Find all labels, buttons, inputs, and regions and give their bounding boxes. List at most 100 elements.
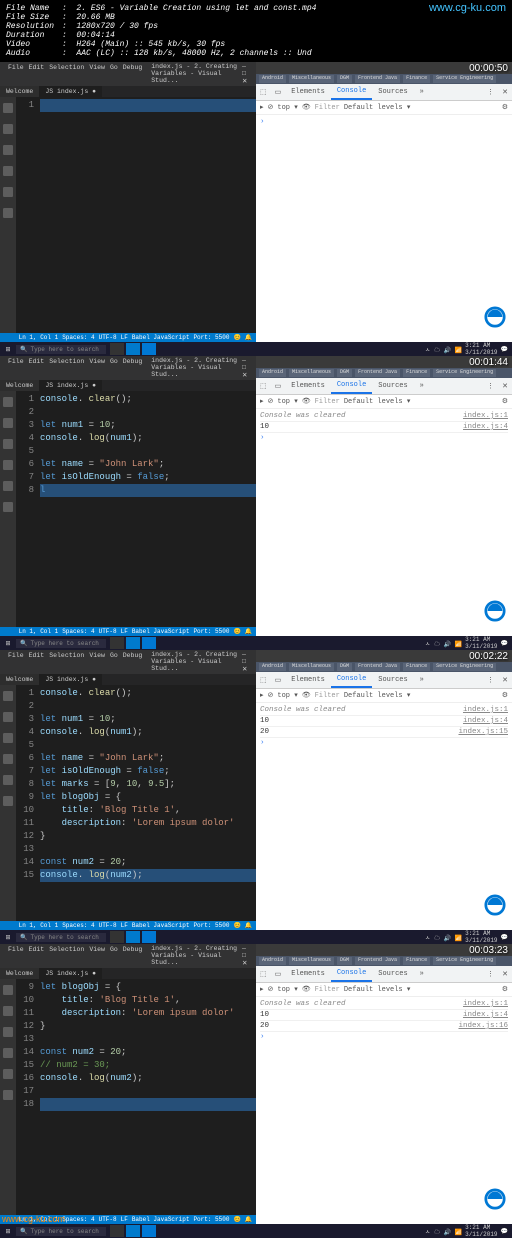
console-prompt[interactable]: › [260, 1033, 265, 1041]
filter-input[interactable]: Filter [315, 692, 340, 700]
activity-icon[interactable] [3, 1069, 13, 1082]
code-line[interactable]: 5 [16, 739, 256, 752]
bookmark[interactable]: Android [259, 957, 286, 965]
code-line[interactable]: 13 [16, 1033, 256, 1046]
tab-sources[interactable]: Sources [372, 673, 413, 687]
activity-icon[interactable] [3, 397, 13, 410]
bookmark[interactable]: Frontend Java [355, 663, 400, 671]
system-tray[interactable]: ㅅ ☁ 🔊 📶3:21 AM3/11/2019💬 [421, 342, 512, 356]
eye-icon[interactable]: 👁 [302, 397, 311, 406]
task-icon[interactable] [126, 931, 140, 943]
task-icon[interactable] [142, 931, 156, 943]
bookmark[interactable]: Miscellaneous [289, 369, 334, 377]
code-line[interactable]: 5 [16, 445, 256, 458]
task-icon[interactable] [126, 1225, 140, 1237]
code-line[interactable]: 6let name = "John Lark"; [16, 752, 256, 765]
menu-go[interactable]: Go [110, 652, 118, 659]
menu-view[interactable]: View [89, 946, 105, 953]
close-icon[interactable]: ✕ [498, 379, 512, 394]
tab-indexjs[interactable]: JS index.js ● [39, 86, 102, 97]
menu-view[interactable]: View [89, 358, 105, 365]
menu-go[interactable]: Go [110, 358, 118, 365]
inspect-icon[interactable]: ⬚ [256, 967, 271, 982]
levels-selector[interactable]: Default levels ▾ [344, 397, 411, 406]
gear-icon[interactable]: ⚙ [502, 691, 508, 700]
activity-icon[interactable] [3, 1048, 13, 1061]
context-selector[interactable]: top ▾ [277, 691, 297, 700]
devtools-menu-icon[interactable]: ⋮ [483, 673, 498, 688]
code-line[interactable]: 6let name = "John Lark"; [16, 458, 256, 471]
activity-icon[interactable] [3, 502, 13, 515]
clear-icon[interactable]: ⊘ [268, 397, 274, 406]
device-icon[interactable]: ▭ [271, 85, 286, 100]
menu-file[interactable]: File [8, 652, 24, 659]
activity-icon[interactable] [3, 124, 13, 137]
clear-icon[interactable]: ⊘ [268, 103, 274, 112]
menu-file[interactable]: File [8, 358, 24, 365]
activity-icon[interactable] [3, 187, 13, 200]
bookmark[interactable]: Finance [403, 957, 430, 965]
tab-console[interactable]: Console [331, 378, 372, 394]
bookmark[interactable]: DGM [337, 957, 352, 965]
menu-edit[interactable]: Edit [29, 64, 45, 71]
context-selector[interactable]: top ▾ [277, 985, 297, 994]
bookmark[interactable]: DGM [337, 75, 352, 83]
activity-icon[interactable] [3, 166, 13, 179]
menu-view[interactable]: View [89, 64, 105, 71]
activity-icon[interactable] [3, 418, 13, 431]
bookmark[interactable]: Android [259, 369, 286, 377]
bookmark[interactable]: Service Engineering [433, 369, 496, 377]
code-line[interactable]: 16console. log(num2); [16, 1072, 256, 1085]
code-line[interactable]: 1 [16, 99, 256, 112]
bookmark[interactable]: DGM [337, 663, 352, 671]
tab-indexjs[interactable]: JS index.js ● [39, 380, 102, 391]
activity-icon[interactable] [3, 754, 13, 767]
menu-view[interactable]: View [89, 652, 105, 659]
code-line[interactable]: 8let marks = [9, 10, 9.5]; [16, 778, 256, 791]
filter-input[interactable]: Filter [315, 398, 340, 406]
code-line[interactable]: 2 [16, 406, 256, 419]
device-icon[interactable]: ▭ [271, 379, 286, 394]
menu-selection[interactable]: Selection [49, 358, 84, 365]
console-output[interactable]: Console was clearedindex.js:110index.js:… [256, 409, 512, 636]
devtools-menu-icon[interactable]: ⋮ [483, 379, 498, 394]
search-input[interactable]: 🔍Type here to search [16, 1227, 106, 1236]
activity-icon[interactable] [3, 481, 13, 494]
source-link[interactable]: index.js:15 [458, 728, 508, 736]
code-editor[interactable]: 9let blogObj = {10 title: 'Blog Title 1'… [16, 979, 256, 1215]
menu-debug[interactable]: Debug [123, 64, 143, 71]
code-line[interactable]: 15// num2 = 30; [16, 1059, 256, 1072]
context-selector[interactable]: top ▾ [277, 103, 297, 112]
code-line[interactable]: 1console. clear(); [16, 393, 256, 406]
activity-icon[interactable] [3, 712, 13, 725]
filter-input[interactable]: Filter [315, 986, 340, 994]
device-icon[interactable]: ▭ [271, 967, 286, 982]
code-line[interactable]: 11 description: 'Lorem ipsum dolor' [16, 1007, 256, 1020]
menu-selection[interactable]: Selection [49, 64, 84, 71]
eye-icon[interactable]: 👁 [302, 691, 311, 700]
code-line[interactable]: 10 title: 'Blog Title 1', [16, 804, 256, 817]
menu-selection[interactable]: Selection [49, 652, 84, 659]
activity-icon[interactable] [3, 460, 13, 473]
activity-icon[interactable] [3, 145, 13, 158]
tab-elements[interactable]: Elements [285, 379, 331, 393]
eye-icon[interactable]: 👁 [302, 103, 311, 112]
console-output[interactable]: Console was clearedindex.js:110index.js:… [256, 997, 512, 1224]
levels-selector[interactable]: Default levels ▾ [344, 691, 411, 700]
source-link[interactable]: index.js:4 [463, 1011, 508, 1019]
code-line[interactable]: 12} [16, 830, 256, 843]
gear-icon[interactable]: ⚙ [502, 985, 508, 994]
code-line[interactable]: 3let num1 = 10; [16, 419, 256, 432]
activity-icon[interactable] [3, 439, 13, 452]
window-controls[interactable]: — □ ✕ [242, 357, 252, 379]
menu-edit[interactable]: Edit [29, 358, 45, 365]
tab-console[interactable]: Console [331, 672, 372, 688]
code-line[interactable]: 10 title: 'Blog Title 1', [16, 994, 256, 1007]
code-line[interactable]: 3let num1 = 10; [16, 713, 256, 726]
start-button[interactable]: ⊞ [0, 640, 16, 647]
bookmark[interactable]: Service Engineering [433, 957, 496, 965]
window-controls[interactable]: — □ ✕ [242, 945, 252, 967]
tab-sources[interactable]: Sources [372, 967, 413, 981]
menu-debug[interactable]: Debug [123, 652, 143, 659]
code-line[interactable]: 7let isOldEnough = false; [16, 471, 256, 484]
